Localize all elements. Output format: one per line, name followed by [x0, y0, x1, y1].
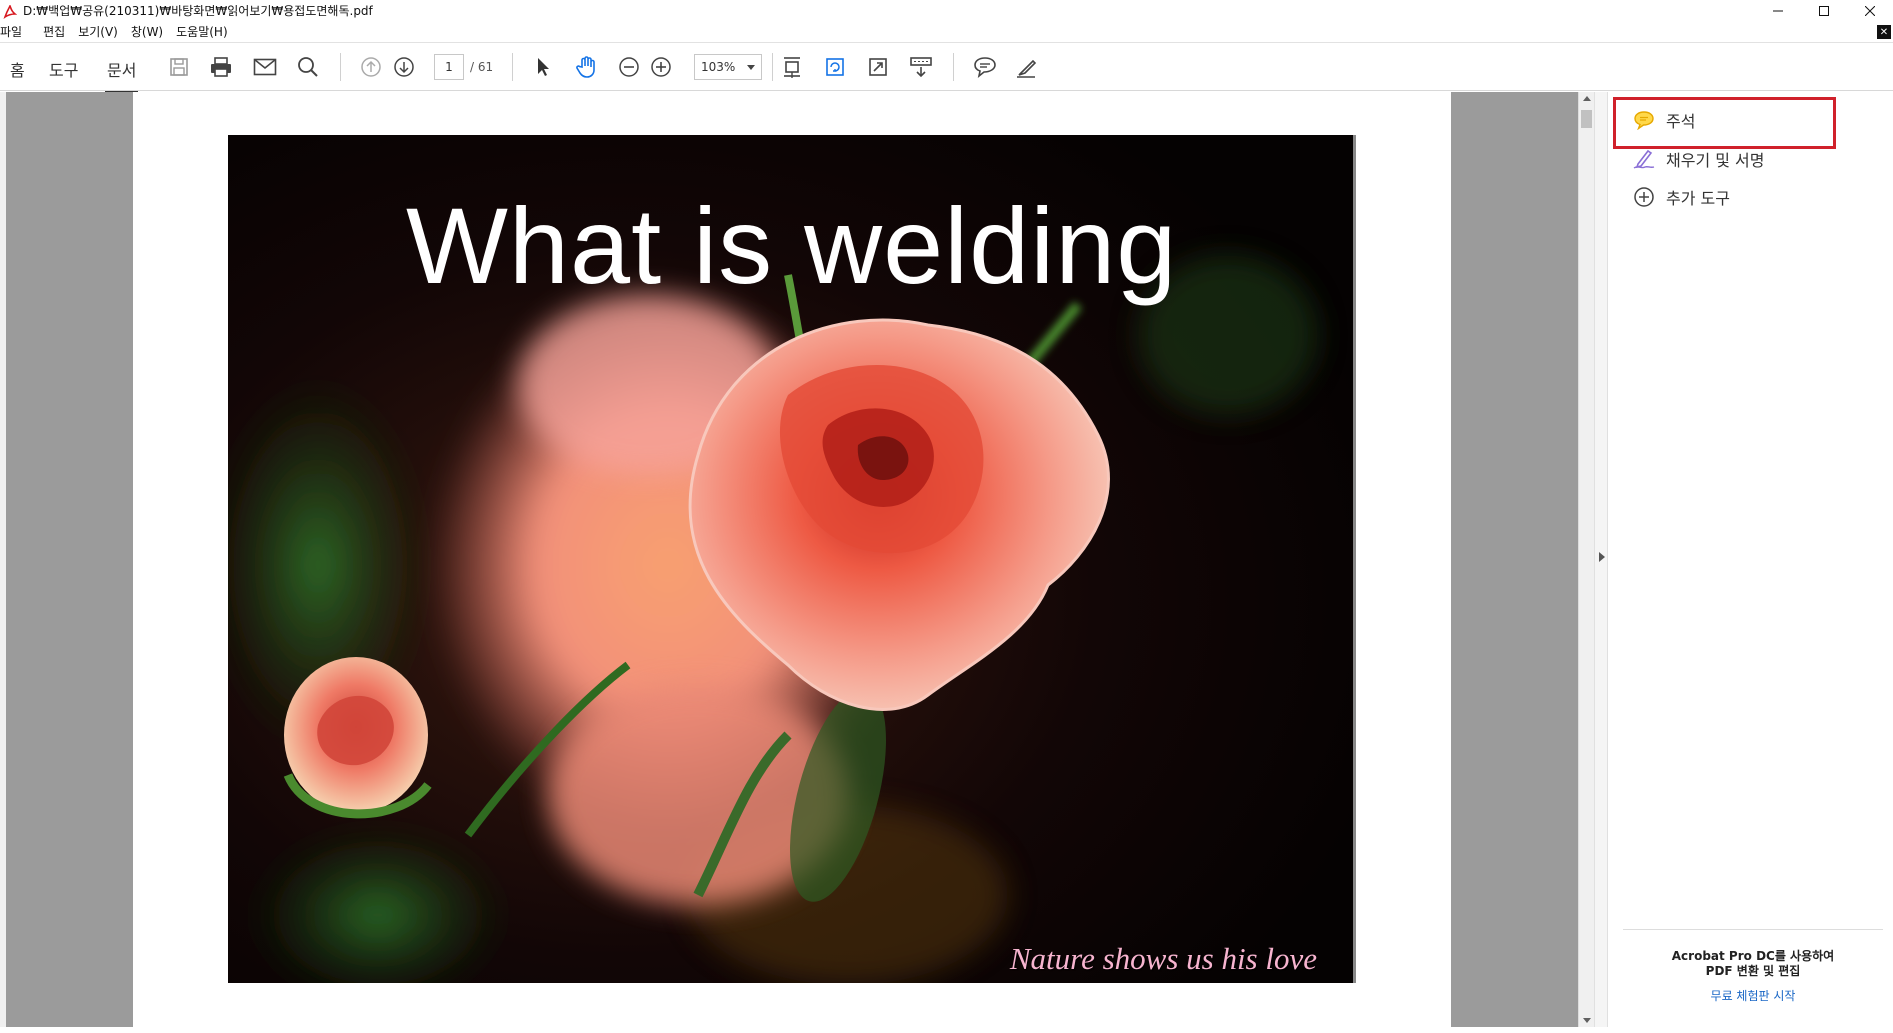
next-page-icon[interactable]: [391, 54, 417, 80]
tool-fill-sign-label: 채우기 및 서명: [1666, 151, 1765, 170]
promo-line-1: Acrobat Pro DC를 사용하여: [1671, 949, 1835, 963]
comment-icon: [1632, 108, 1656, 132]
menu-file[interactable]: 파일: [0, 23, 33, 40]
fit-page-icon[interactable]: [865, 54, 891, 80]
upgrade-promo: Acrobat Pro DC를 사용하여 PDF 변환 및 편집 무료 체험판 …: [1623, 929, 1883, 1004]
free-trial-link[interactable]: 무료 체험판 시작: [1623, 987, 1883, 1004]
menu-bar: 파일 편집 보기(V) 창(W) 도움말(H) ✕: [0, 21, 1893, 43]
toolbar-separator: [512, 53, 513, 81]
right-panel-toggle[interactable]: [1594, 92, 1608, 1027]
vertical-scrollbar[interactable]: [1578, 92, 1594, 1027]
toolbar-separator: [953, 53, 954, 81]
previous-page-icon[interactable]: [358, 54, 384, 80]
scroll-thumb[interactable]: [1581, 110, 1592, 128]
window-title: D:₩백업₩공유(210311)₩바탕화면₩읽어보기₩용접도면해독.pdf: [23, 4, 373, 18]
menu-help[interactable]: 도움말(H): [174, 23, 239, 40]
zoom-in-icon[interactable]: [648, 54, 674, 80]
tool-fill-sign[interactable]: 채우기 및 서명: [1632, 147, 1765, 171]
toolbar-separator: [772, 53, 773, 81]
collapse-arrow-icon: [1599, 552, 1605, 562]
toolbar-separator: [340, 53, 341, 81]
title-bar: D:₩백업₩공유(210311)₩바탕화면₩읽어보기₩용접도면해독.pdf: [0, 0, 1893, 21]
fill-sign-icon: [1632, 147, 1656, 171]
menu-view[interactable]: 보기(V): [76, 23, 129, 40]
promo-line-2: PDF 변환 및 편집: [1705, 964, 1801, 978]
rose-photo: What is welding Nature shows us his love: [228, 135, 1356, 983]
page-total-label: / 61: [470, 60, 494, 74]
search-icon[interactable]: [295, 54, 321, 80]
email-icon[interactable]: [252, 54, 278, 80]
rotate-view-icon[interactable]: [822, 54, 848, 80]
slide-caption: Nature shows us his love: [1009, 941, 1317, 976]
toolbar: 홈 도구 문서 1 / 61 103%: [0, 43, 1893, 94]
document-view[interactable]: What is welding Nature shows us his love: [0, 92, 1578, 1027]
save-icon[interactable]: [166, 54, 192, 80]
scroll-mode-icon[interactable]: [779, 54, 805, 80]
highlight-pen-icon[interactable]: [1014, 54, 1040, 80]
add-circle-icon: [1632, 185, 1656, 209]
tool-comment[interactable]: 주석: [1632, 108, 1695, 132]
pdf-page: What is welding Nature shows us his love: [133, 92, 1451, 1027]
select-cursor-icon[interactable]: [530, 54, 556, 80]
close-document-icon[interactable]: ✕: [1877, 25, 1891, 39]
maximize-button[interactable]: [1801, 0, 1847, 21]
scroll-down-icon[interactable]: [1583, 1018, 1591, 1023]
tool-more-tools[interactable]: 추가 도구: [1632, 185, 1730, 209]
tab-document[interactable]: 문서: [104, 57, 139, 94]
read-mode-icon[interactable]: [908, 54, 934, 80]
comment-tool-icon[interactable]: [972, 54, 998, 80]
print-icon[interactable]: [208, 54, 234, 80]
close-window-button[interactable]: [1847, 0, 1893, 21]
zoom-level-select[interactable]: 103%: [694, 54, 762, 80]
zoom-level-value: 103%: [701, 60, 736, 74]
chevron-down-icon: [747, 65, 755, 70]
tools-pane: 주석 채우기 및 서명 추가 도구 Acrobat Pro DC를 사용하여 P…: [1608, 92, 1893, 1027]
zoom-out-icon[interactable]: [616, 54, 642, 80]
tool-comment-label: 주석: [1666, 112, 1696, 131]
tab-home[interactable]: 홈: [10, 57, 25, 81]
hand-tool-icon[interactable]: [574, 54, 600, 80]
menu-window[interactable]: 창(W): [129, 23, 174, 40]
menu-edit[interactable]: 편집: [33, 23, 76, 40]
left-panel-collapsed[interactable]: [0, 92, 6, 1027]
tab-tools[interactable]: 도구: [49, 57, 78, 81]
slide-title: What is welding: [406, 185, 1178, 306]
tool-more-tools-label: 추가 도구: [1666, 189, 1730, 208]
pdf-app-icon: [3, 3, 18, 19]
minimize-button[interactable]: [1755, 0, 1801, 21]
scroll-up-icon[interactable]: [1583, 96, 1591, 101]
page-number-input[interactable]: 1: [434, 54, 464, 80]
